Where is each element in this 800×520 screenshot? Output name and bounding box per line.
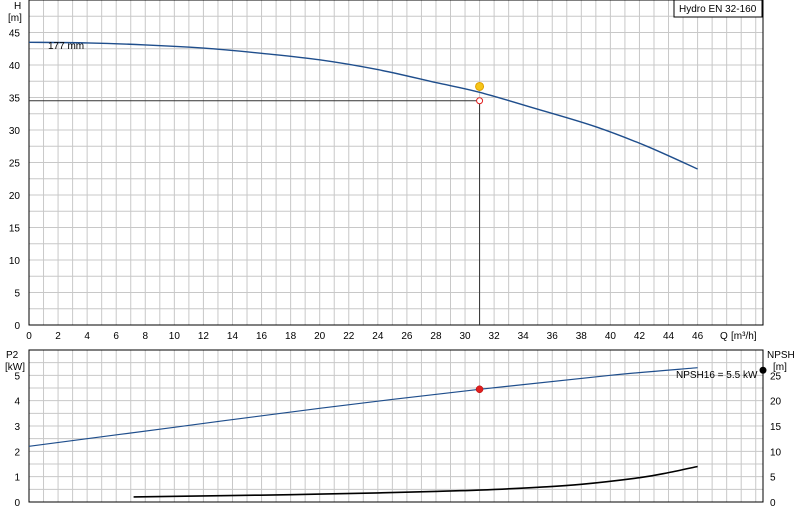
required-point-marker bbox=[476, 97, 484, 105]
flow-tick-label: 26 bbox=[401, 331, 413, 342]
head-tick-label: 10 bbox=[9, 256, 21, 267]
pump-curve-chart: 0 5 10 15 20 25 30 35 40 45 0 2 4 6 8 10 12 14 16 18 20 22 24 2… bbox=[0, 0, 800, 520]
bottom-grid bbox=[28, 349, 764, 503]
npsh-tick-label: 20 bbox=[770, 397, 782, 408]
flow-tick-label: 22 bbox=[343, 331, 355, 342]
flow-tick-label: 20 bbox=[314, 331, 326, 342]
flow-tick-label: 42 bbox=[634, 331, 646, 342]
npsh-tick-label: 15 bbox=[770, 422, 782, 433]
flow-tick-label: 24 bbox=[372, 331, 384, 342]
chart-marks bbox=[28, 41, 767, 498]
flow-tick-label: 10 bbox=[169, 331, 181, 342]
power-tick-label: 4 bbox=[14, 397, 20, 408]
head-tick-label: 15 bbox=[9, 224, 21, 235]
flow-tick-label: 36 bbox=[547, 331, 559, 342]
npsh-tick-label: 10 bbox=[770, 447, 782, 458]
head-tick-label: 35 bbox=[9, 94, 21, 105]
flow-tick-label: 18 bbox=[285, 331, 297, 342]
head-tick-label: 30 bbox=[9, 126, 21, 137]
flow-tick-label: 8 bbox=[142, 331, 148, 342]
flow-tick-label: 28 bbox=[430, 331, 442, 342]
top-tick-labels: 0510152025303540450 2 4 6 8 10 12 14 16 18 20 22 24 2… bbox=[9, 29, 704, 343]
flow-tick-label: 2 bbox=[55, 331, 61, 342]
power-tick-label: 2 bbox=[14, 447, 20, 458]
power-axis-label: P2 bbox=[6, 350, 19, 361]
power-tick-label: 3 bbox=[14, 422, 20, 433]
head-axis-label: H bbox=[14, 1, 21, 12]
head-tick-label: 25 bbox=[9, 159, 21, 170]
power-tick-label: 0 bbox=[14, 498, 20, 509]
top-grid bbox=[28, 0, 764, 326]
flow-tick-label: 38 bbox=[576, 331, 588, 342]
power-tick-label: 1 bbox=[14, 473, 20, 484]
flow-tick-label: 6 bbox=[113, 331, 119, 342]
power-duty-point-marker bbox=[475, 385, 484, 394]
flow-tick-label: 32 bbox=[489, 331, 501, 342]
flow-axis-label: Q bbox=[720, 331, 728, 342]
npsh-tick-label: 0 bbox=[770, 498, 776, 509]
flow-tick-label: 16 bbox=[256, 331, 268, 342]
flow-tick-label: 12 bbox=[198, 331, 210, 342]
head-tick-label: 0 bbox=[14, 321, 20, 332]
npsh-axis-unit: [m] bbox=[773, 362, 787, 373]
head-tick-label: 45 bbox=[9, 29, 21, 40]
flow-tick-label: 0 bbox=[26, 331, 32, 342]
flow-tick-label: 34 bbox=[518, 331, 530, 342]
flow-axis-unit: [m³/h] bbox=[731, 331, 757, 342]
head-tick-label: 5 bbox=[14, 289, 20, 300]
flow-tick-label: 4 bbox=[84, 331, 90, 342]
model-label: Hydro EN 32-160 bbox=[679, 4, 757, 15]
pump-curve-svg: 0510152025303540450 2 4 6 8 10 12 14 16 18 20 22 24 2… bbox=[5, 0, 795, 509]
npsh-tick-label: 5 bbox=[770, 473, 776, 484]
impeller-curve-label: 177 mm bbox=[48, 41, 84, 52]
head-tick-label: 20 bbox=[9, 191, 21, 202]
flow-tick-label: 14 bbox=[227, 331, 239, 342]
head-axis-unit: [m] bbox=[8, 13, 22, 24]
power-axis-unit: [kW] bbox=[5, 362, 25, 373]
duty-point-marker bbox=[475, 81, 485, 91]
npsh-axis-label: NPSH bbox=[767, 350, 795, 361]
flow-tick-label: 44 bbox=[663, 331, 675, 342]
npsh-annotation-marker bbox=[759, 366, 767, 374]
head-tick-label: 40 bbox=[9, 61, 21, 72]
bottom-tick-labels: 0123450510152025 bbox=[14, 371, 781, 509]
flow-tick-label: 40 bbox=[605, 331, 617, 342]
flow-tick-label: 30 bbox=[459, 331, 471, 342]
npsh-annotation: NPSH16 = 5.5 kW bbox=[676, 370, 758, 381]
flow-tick-label: 46 bbox=[692, 331, 704, 342]
